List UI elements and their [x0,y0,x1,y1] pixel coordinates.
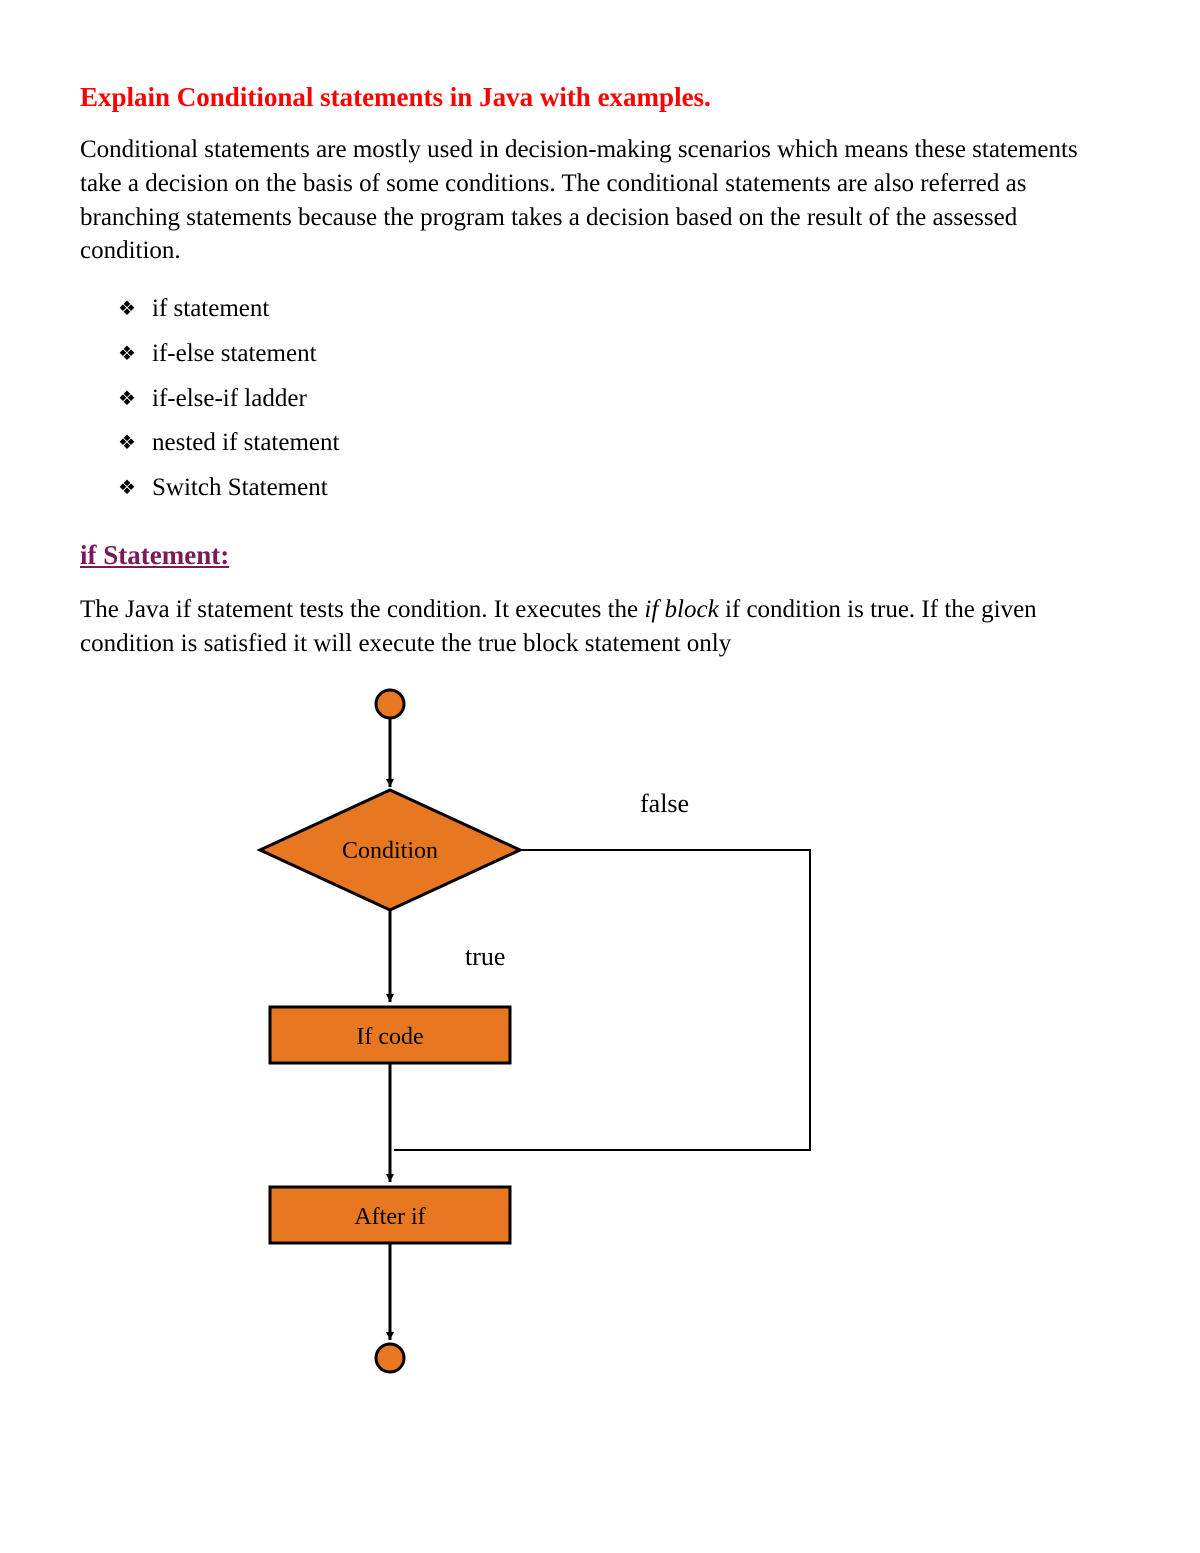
document-page: Explain Conditional statements in Java w… [0,0,1200,1553]
list-item-label: if statement [152,295,269,322]
list-item: ❖ if statement [80,290,1120,329]
if-statement-heading: if Statement: [80,538,1120,573]
bullet-list: ❖ if statement ❖ if-else statement ❖ if-els… [80,290,1120,508]
diamond-bullet-icon: ❖ [118,473,136,504]
list-item-label: Switch Statement [152,474,328,501]
if-paragraph-text-1: The Java if statement tests the conditio… [80,596,644,623]
if-flowchart-diagram: Condition false true If code After if [200,682,920,1402]
diamond-bullet-icon: ❖ [118,294,136,325]
diamond-bullet-icon: ❖ [118,384,136,415]
flowchart-false-path [394,850,810,1150]
flowchart-start-node [376,690,404,718]
intro-paragraph: Conditional statements are mostly used i… [80,133,1120,268]
diamond-bullet-icon: ❖ [118,428,136,459]
diamond-bullet-icon: ❖ [118,339,136,370]
page-title: Explain Conditional statements in Java w… [80,80,1120,115]
if-paragraph-emph: if block [644,596,718,623]
list-item: ❖ if-else statement [80,335,1120,374]
list-item-label: nested if statement [152,429,339,456]
flowchart-condition-label: Condition [342,838,438,864]
list-item-label: if-else-if ladder [152,385,307,412]
flowchart-end-node [376,1344,404,1372]
flowchart-true-label: true [465,942,505,971]
list-item: ❖ Switch Statement [80,469,1120,508]
flowchart-false-label: false [640,789,689,818]
if-paragraph: The Java if statement tests the conditio… [80,593,1120,661]
flowchart-container: Condition false true If code After if [80,682,1200,1402]
flowchart-afterif-label: After if [354,1204,425,1230]
list-item-label: if-else statement [152,340,317,367]
flowchart-ifcode-label: If code [356,1024,423,1050]
list-item: ❖ nested if statement [80,424,1120,463]
list-item: ❖ if-else-if ladder [80,380,1120,419]
